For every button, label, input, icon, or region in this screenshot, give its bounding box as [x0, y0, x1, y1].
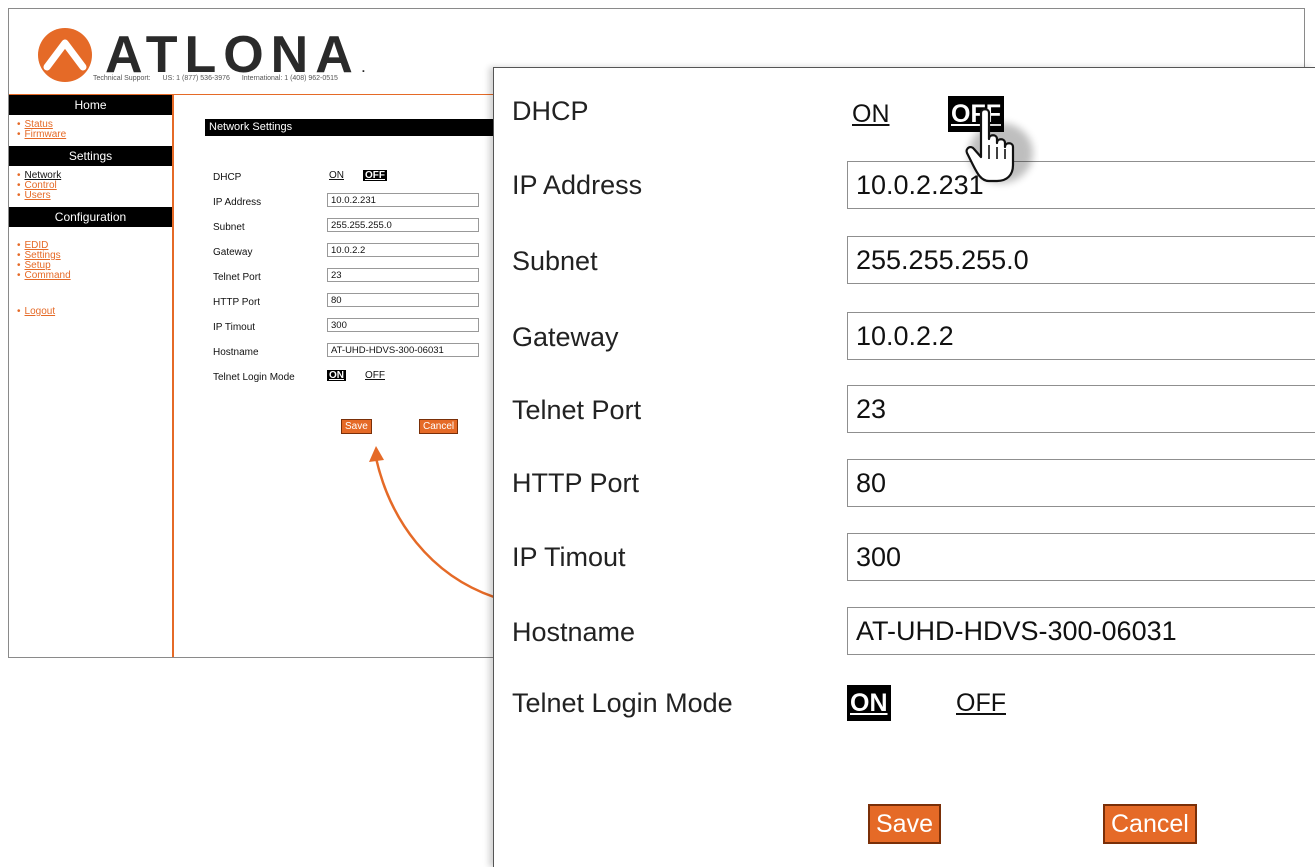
- zoom-telnet-off-toggle[interactable]: OFF: [953, 685, 1009, 721]
- zoom-ip-address-input[interactable]: 10.0.2.231: [847, 161, 1315, 209]
- zoom-hostname-input[interactable]: AT-UHD-HDVS-300-06031: [847, 607, 1315, 655]
- zoom-cancel-button[interactable]: Cancel: [1103, 804, 1197, 844]
- zoom-http-port-input[interactable]: 80: [847, 459, 1315, 507]
- zoom-telnet-login-label: Telnet Login Mode: [512, 688, 733, 718]
- zoom-gateway-label: Gateway: [512, 322, 619, 352]
- zoom-telnet-port-input[interactable]: 23: [847, 385, 1315, 433]
- zoom-gateway-input[interactable]: 10.0.2.2: [847, 312, 1315, 360]
- zoomed-form-panel: DHCP ON OFF IP Address 10.0.2.231 Subnet…: [493, 67, 1315, 867]
- zoom-dhcp-on-toggle[interactable]: ON: [849, 96, 893, 132]
- zoom-hostname-label: Hostname: [512, 617, 636, 647]
- zoom-telnet-on-toggle[interactable]: ON: [847, 685, 891, 721]
- hand-cursor-icon: [965, 108, 1033, 183]
- zoom-subnet-label: Subnet: [512, 246, 598, 276]
- zoom-subnet-input[interactable]: 255.255.255.0: [847, 236, 1315, 284]
- zoom-telnet-port-label: Telnet Port: [512, 395, 642, 425]
- zoom-timeout-label: IP Timout: [512, 542, 626, 572]
- zoom-ip-label: IP Address: [512, 170, 643, 200]
- zoom-http-port-label: HTTP Port: [512, 468, 640, 498]
- zoom-timeout-input[interactable]: 300: [847, 533, 1315, 581]
- zoom-dhcp-label: DHCP: [512, 96, 589, 126]
- zoom-save-button[interactable]: Save: [868, 804, 941, 844]
